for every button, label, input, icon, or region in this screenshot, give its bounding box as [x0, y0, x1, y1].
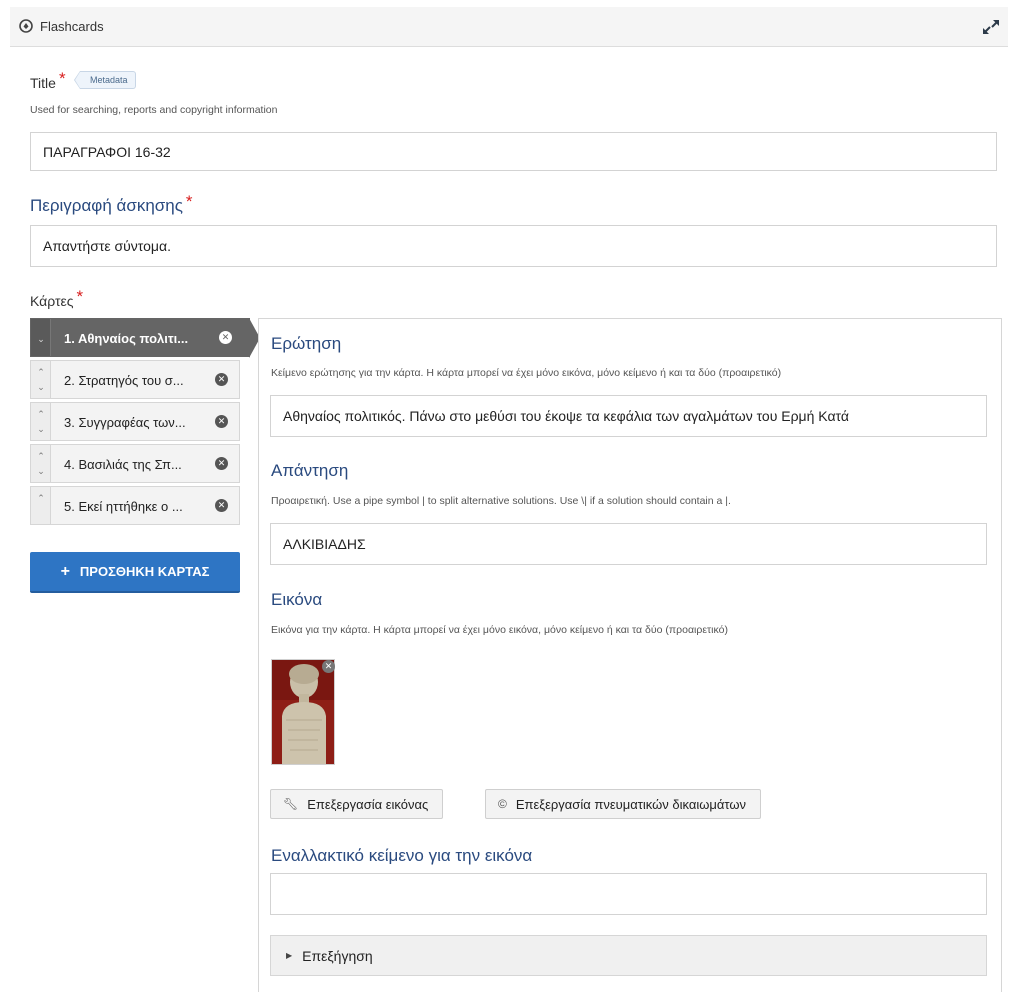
remove-card-icon[interactable]: ✕ — [219, 331, 232, 344]
move-down-icon[interactable]: ⌄ — [36, 466, 46, 476]
title-input[interactable]: ΠΑΡΑΓΡΑΦΟΙ 16-32 — [30, 132, 997, 171]
edit-image-label: Επεξεργασία εικόνας — [307, 796, 429, 812]
edit-image-button[interactable]: 🔧︎ Επεξεργασία εικόνας — [270, 789, 444, 819]
card-list-item[interactable]: ⌃ ⌄ 4. Βασιλιάς της Σπ... ✕ — [30, 444, 240, 483]
image-description: Εικόνα για την κάρτα. Η κάρτα μπορεί να … — [271, 624, 728, 636]
image-label: Εικόνα — [271, 590, 323, 609]
card-list-item-label: 2. Στρατηγός του σ... — [64, 373, 184, 388]
reorder-handle[interactable]: ⌃ ⌄ — [31, 445, 51, 482]
required-mark: * — [76, 287, 84, 306]
question-input[interactable]: Αθηναίος πολιτικός. Πάνω στο μεθύσι του … — [270, 395, 987, 437]
move-up-icon[interactable]: ⌃ — [36, 493, 46, 503]
tip-label: Επεξήγηση — [302, 947, 373, 964]
reorder-handle[interactable]: ⌃ — [31, 487, 51, 524]
task-description-input[interactable]: Απαντήστε σύντομα. — [30, 225, 997, 267]
reorder-handle[interactable]: ⌃ ⌄ — [31, 403, 51, 440]
required-mark: * — [58, 69, 66, 88]
answer-label: Απάντηση — [271, 461, 349, 480]
question-label: Ερώτηση — [271, 334, 342, 353]
move-up-icon[interactable]: ⌃ — [36, 409, 46, 419]
plus-icon: + — [60, 562, 70, 580]
h5p-flashcards-icon — [19, 19, 33, 33]
move-down-icon[interactable]: ⌄ — [36, 382, 46, 392]
move-down-icon[interactable]: ⌄ — [36, 334, 46, 344]
cards-label: Κάρτες * — [30, 287, 83, 311]
add-card-label: ΠΡΟΣΘΗΚΗ ΚΑΡΤΑΣ — [79, 564, 210, 579]
move-up-icon[interactable]: ⌃ — [36, 367, 46, 377]
card-list: ⌄ 1. Αθηναίος πολιτι... ✕ ⌃ ⌄ 2. Στρατηγ… — [30, 318, 260, 528]
edit-copyright-label: Επεξεργασία πνευματικών δικαιωμάτων — [515, 796, 746, 812]
card-list-item-label: 1. Αθηναίος πολιτι... — [64, 331, 189, 346]
card-list-item[interactable]: ⌃ 5. Εκεί ηττήθηκε ο ... ✕ — [30, 486, 240, 525]
copyright-icon: © — [498, 797, 507, 811]
image-thumbnail[interactable] — [271, 659, 335, 765]
title-label-text: Title — [30, 75, 56, 91]
remove-card-icon[interactable]: ✕ — [215, 457, 228, 470]
caret-right-icon: ▶ — [286, 951, 293, 960]
required-mark: * — [185, 192, 193, 211]
reorder-handle[interactable]: ⌄ — [31, 319, 51, 356]
card-list-item[interactable]: ⌃ ⌄ 2. Στρατηγός του σ... ✕ — [30, 360, 240, 399]
card-list-item[interactable]: ⌃ ⌄ 3. Συγγραφέας των... ✕ — [30, 402, 240, 441]
tip-collapsible[interactable]: ▶ Επεξήγηση — [270, 935, 987, 976]
answer-input[interactable]: ΑΛΚΙΒΙΑΔΗΣ — [270, 523, 987, 565]
metadata-button[interactable]: Metadata — [74, 71, 136, 89]
title-label: Title * — [30, 69, 66, 93]
remove-card-icon[interactable]: ✕ — [215, 373, 228, 386]
title-description: Used for searching, reports and copyrigh… — [30, 104, 278, 116]
card-list-item-label: 3. Συγγραφέας των... — [64, 415, 186, 430]
editor-header: Flashcards — [10, 7, 1008, 47]
reorder-handle[interactable]: ⌃ ⌄ — [31, 361, 51, 398]
card-list-item-label: 4. Βασιλιάς της Σπ... — [64, 457, 182, 472]
wrench-icon: 🔧︎ — [283, 797, 299, 811]
content-type-title: Flashcards — [40, 19, 104, 34]
remove-card-icon[interactable]: ✕ — [215, 415, 228, 428]
edit-copyright-button[interactable]: © Επεξεργασία πνευματικών δικαιωμάτων — [485, 789, 761, 819]
card-list-item-label: 5. Εκεί ηττήθηκε ο ... — [64, 499, 183, 514]
card-list-item[interactable]: ⌄ 1. Αθηναίος πολιτι... ✕ — [30, 318, 260, 358]
remove-image-icon[interactable]: ✕ — [322, 660, 335, 673]
cards-label-text: Κάρτες — [30, 293, 74, 309]
add-card-button[interactable]: + ΠΡΟΣΘΗΚΗ ΚΑΡΤΑΣ — [30, 552, 240, 593]
answer-description: Προαιρετική. Use a pipe symbol | to spli… — [271, 495, 731, 507]
move-up-icon[interactable]: ⌃ — [36, 451, 46, 461]
move-down-icon[interactable]: ⌄ — [36, 424, 46, 434]
alt-text-input[interactable] — [270, 873, 987, 915]
remove-card-icon[interactable]: ✕ — [215, 499, 228, 512]
question-description: Κείμενο ερώτησης για την κάρτα. Η κάρτα … — [271, 367, 782, 379]
alt-text-label: Εναλλακτικό κείμενο για την εικόνα — [271, 846, 533, 865]
task-description-label-text: Περιγραφή άσκησης — [30, 196, 183, 215]
bust-image — [272, 660, 334, 764]
expand-icon[interactable] — [980, 17, 1002, 37]
task-description-label: Περιγραφή άσκησης * — [30, 192, 193, 216]
